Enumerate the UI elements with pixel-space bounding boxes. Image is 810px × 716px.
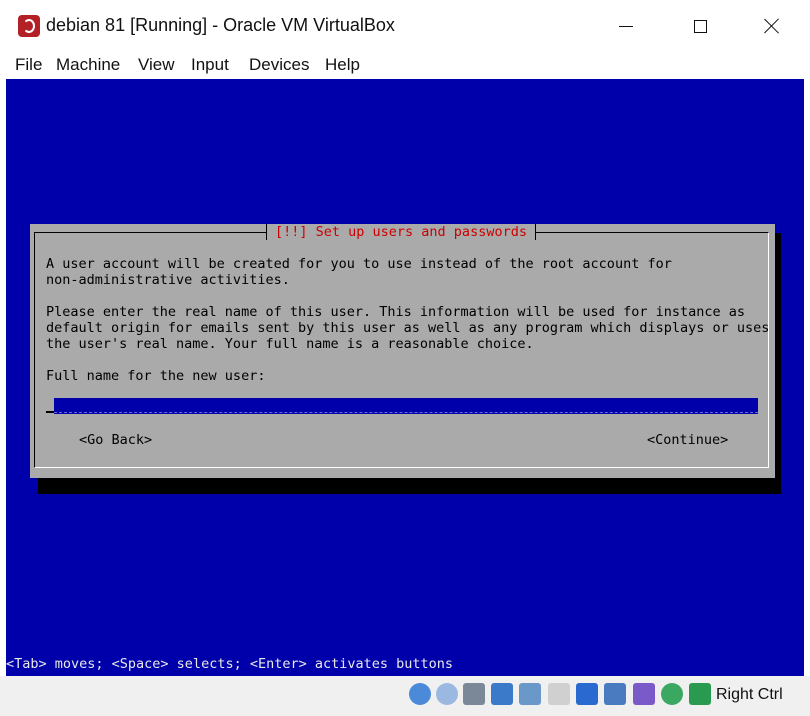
full-name-field	[46, 398, 760, 414]
usb-icon[interactable]	[519, 683, 541, 705]
status-bar: Right Ctrl	[0, 676, 810, 716]
shared-folders-icon[interactable]	[548, 683, 570, 705]
instructions-text: Please enter the real name of this user.…	[46, 304, 770, 352]
maximize-button[interactable]	[677, 8, 723, 44]
intro-text: A user account will be created for you t…	[46, 256, 672, 288]
mouse-integration-icon[interactable]	[661, 683, 683, 705]
optical-drive-icon[interactable]	[436, 683, 458, 705]
virtualbox-icon[interactable]	[18, 15, 40, 37]
field-label: Full name for the new user:	[46, 368, 266, 384]
hard-disk-icon[interactable]	[409, 683, 431, 705]
menu-view[interactable]: View	[138, 55, 175, 75]
title-bar: debian 81 [Running] - Oracle VM VirtualB…	[0, 0, 810, 52]
keyboard-icon[interactable]	[689, 683, 711, 705]
window-title: debian 81 [Running] - Oracle VM VirtualB…	[46, 15, 395, 35]
menu-devices[interactable]: Devices	[249, 55, 309, 75]
display-icon[interactable]	[576, 683, 598, 705]
menu-machine[interactable]: Machine	[56, 55, 120, 75]
host-key-label: Right Ctrl	[716, 686, 783, 703]
maximize-icon	[693, 19, 707, 33]
audio-icon[interactable]	[463, 683, 485, 705]
field-underline	[54, 412, 758, 414]
capture-icon[interactable]	[604, 683, 626, 705]
installer-dialog: [!!] Set up users and passwords A user a…	[30, 224, 775, 478]
text-cursor	[46, 411, 54, 413]
close-icon	[764, 18, 780, 34]
menu-input[interactable]: Input	[191, 55, 229, 75]
menu-file[interactable]: File	[15, 55, 42, 75]
window-edge-right	[804, 79, 810, 683]
continue-button[interactable]: <Continue>	[647, 432, 728, 448]
close-button[interactable]	[749, 8, 795, 44]
minimize-icon	[619, 25, 633, 27]
keyboard-hint: <Tab> moves; <Space> selects; <Enter> ac…	[6, 656, 454, 672]
dialog-title: [!!] Set up users and passwords	[266, 224, 536, 240]
menu-help[interactable]: Help	[325, 55, 360, 75]
vt-x-icon[interactable]	[633, 683, 655, 705]
network-icon[interactable]	[491, 683, 513, 705]
menu-bar: File Machine View Input Devices Help	[0, 52, 810, 79]
minimize-button[interactable]	[603, 8, 649, 44]
go-back-button[interactable]: <Go Back>	[79, 432, 152, 448]
